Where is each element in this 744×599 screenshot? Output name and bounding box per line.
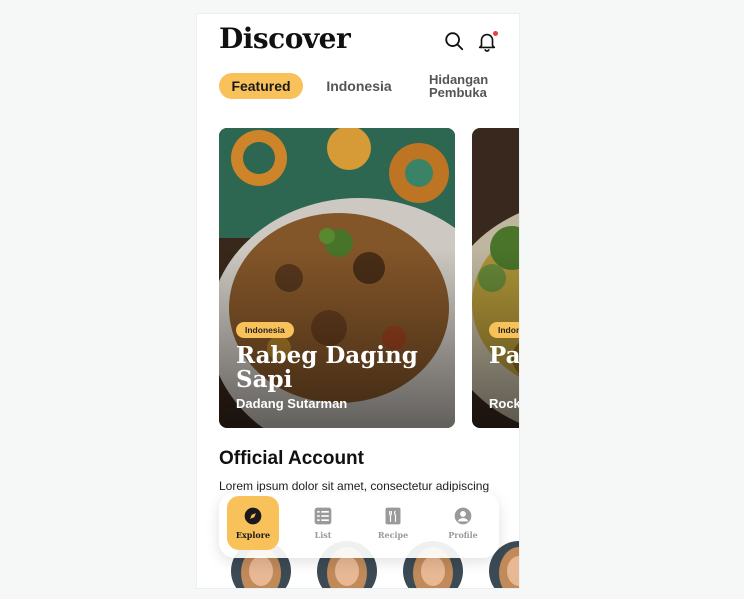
nav-label: List bbox=[314, 530, 332, 540]
notification-dot bbox=[493, 31, 498, 36]
recipe-carousel: Indonesia Rabeg Daging Sapi Dadang Sutar… bbox=[219, 128, 519, 428]
card-overlay bbox=[472, 128, 519, 428]
recipe-author: Dadang Sutarman bbox=[236, 396, 348, 411]
recipe-author: Rock bbox=[489, 396, 520, 411]
nav-list[interactable]: List bbox=[297, 496, 349, 550]
tab-featured[interactable]: Featured bbox=[219, 73, 303, 99]
nav-explore[interactable]: Explore bbox=[227, 496, 279, 550]
phone-screen: Discover Featured Indonesia Hidangan Pem… bbox=[196, 13, 520, 589]
recipe-card[interactable]: Indonesia Pa Ma Rock bbox=[472, 128, 520, 428]
nav-label: Explore bbox=[235, 530, 271, 540]
search-icon[interactable] bbox=[443, 30, 465, 52]
tab-label-line2: Pembuka bbox=[429, 85, 487, 100]
page-title: Discover bbox=[219, 22, 351, 55]
recipe-title: Rabeg Daging Sapi bbox=[236, 342, 418, 393]
nav-recipe[interactable]: Recipe bbox=[367, 496, 419, 550]
tab-indonesia[interactable]: Indonesia bbox=[317, 73, 401, 99]
category-badge: Indonesia bbox=[489, 322, 519, 338]
nav-label: Recipe bbox=[377, 530, 409, 540]
recipe-card[interactable]: Indonesia Rabeg Daging Sapi Dadang Sutar… bbox=[219, 128, 455, 428]
user-icon bbox=[454, 507, 472, 525]
list-icon bbox=[314, 507, 332, 525]
category-tabs: Featured Indonesia Hidangan Pembuka bbox=[219, 73, 519, 109]
recipe-title: Pa Ma bbox=[489, 342, 520, 369]
nav-profile[interactable]: Profile bbox=[437, 496, 489, 550]
compass-icon bbox=[244, 507, 262, 525]
nav-label: Profile bbox=[448, 530, 478, 540]
tab-hidangan-pembuka[interactable]: Hidangan Pembuka bbox=[429, 73, 509, 99]
bottom-nav: Explore List Recipe Profile bbox=[219, 492, 499, 558]
category-badge: Indonesia bbox=[236, 322, 294, 338]
utensils-icon bbox=[385, 507, 401, 525]
section-title: Official Account bbox=[219, 448, 364, 469]
